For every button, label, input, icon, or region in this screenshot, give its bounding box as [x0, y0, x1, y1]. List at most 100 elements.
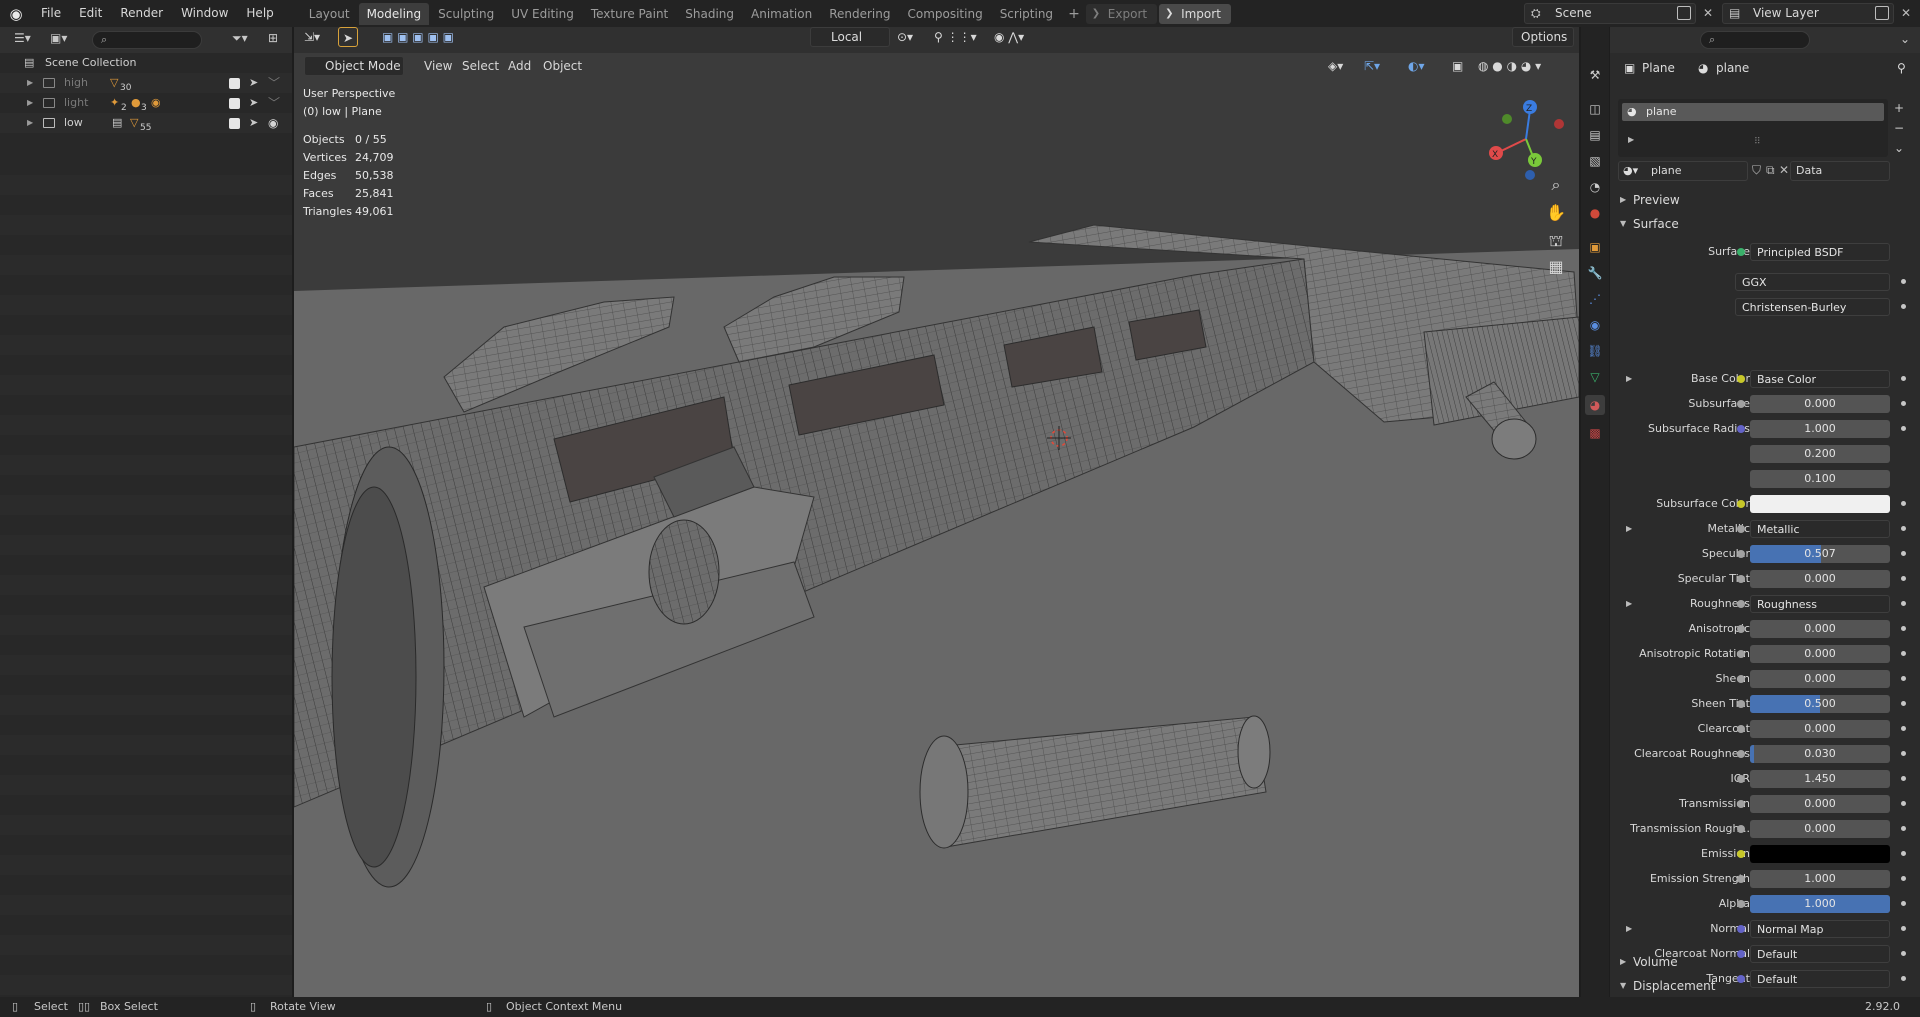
- selectable-arrow-icon[interactable]: ➤: [249, 73, 258, 93]
- keyframe-dot-icon[interactable]: [1901, 676, 1906, 681]
- keyframe-dot-icon[interactable]: [1901, 551, 1906, 556]
- pan-hand-icon[interactable]: ✋: [1544, 203, 1568, 222]
- subsurface-method-dropdown[interactable]: Christensen-Burley: [1735, 298, 1890, 316]
- keyframe-dot-icon[interactable]: [1901, 801, 1906, 806]
- tab-sculpting[interactable]: Sculpting: [430, 3, 502, 25]
- menu-render[interactable]: Render: [111, 0, 172, 27]
- gizmo-toggle-icon[interactable]: ⇱▾: [1364, 56, 1380, 76]
- slot-menu-icon[interactable]: ⌄: [1894, 141, 1904, 155]
- blender-logo-icon[interactable]: ◉: [0, 0, 32, 27]
- expand-triangle-icon[interactable]: ▶: [1626, 919, 1632, 939]
- expand-triangle-icon[interactable]: ▶: [27, 113, 33, 133]
- outliner-search-input[interactable]: ⌕: [92, 31, 202, 49]
- view-layer-selector[interactable]: ▤ View Layer ✕: [1722, 3, 1911, 24]
- keyframe-dot-icon[interactable]: [1901, 576, 1906, 581]
- socket-icon[interactable]: [1737, 925, 1745, 933]
- expand-triangle-icon[interactable]: ▶: [27, 93, 33, 113]
- expand-triangle-icon[interactable]: ▶: [1626, 519, 1632, 539]
- close-icon[interactable]: ✕: [1703, 4, 1713, 23]
- number-field[interactable]: 0.000: [1750, 645, 1890, 663]
- keyframe-dot-icon[interactable]: [1901, 304, 1906, 309]
- linked-input-field[interactable]: Normal Map: [1750, 920, 1890, 938]
- material-name-field[interactable]: ◕▾ plane: [1618, 161, 1748, 181]
- export-button[interactable]: ❯ Export: [1085, 3, 1158, 24]
- number-field[interactable]: 0.000: [1750, 795, 1890, 813]
- select-mode-icons[interactable]: ▣ ▣ ▣ ▣ ▣: [382, 27, 454, 47]
- exclude-checkbox[interactable]: [229, 118, 240, 129]
- exclude-checkbox[interactable]: [229, 98, 240, 109]
- keyframe-dot-icon[interactable]: [1901, 376, 1906, 381]
- number-field[interactable]: 1.450: [1750, 770, 1890, 788]
- snap-icon[interactable]: ⚲ ⋮⋮▾: [934, 27, 977, 47]
- socket-icon[interactable]: [1737, 800, 1745, 808]
- options-dropdown[interactable]: Options: [1512, 27, 1574, 47]
- keyframe-dot-icon[interactable]: [1901, 776, 1906, 781]
- proportional-edit-icon[interactable]: ◉ ⋀▾: [994, 27, 1024, 47]
- number-field[interactable]: 0.000: [1750, 620, 1890, 638]
- tab-compositing[interactable]: Compositing: [899, 3, 990, 25]
- displacement-panel-header[interactable]: ▼ Displacement: [1610, 975, 1920, 997]
- preview-panel-header[interactable]: ▶ Preview: [1610, 189, 1920, 211]
- gizmo-neg-x-ball[interactable]: [1554, 119, 1564, 129]
- selectable-arrow-icon[interactable]: ➤: [249, 113, 258, 133]
- keyframe-dot-icon[interactable]: [1901, 826, 1906, 831]
- keyframe-dot-icon[interactable]: [1901, 526, 1906, 531]
- socket-icon[interactable]: [1737, 375, 1745, 383]
- tab-layout[interactable]: Layout: [301, 3, 358, 25]
- hidden-eye-icon[interactable]: ﹀: [268, 93, 280, 113]
- tab-scripting[interactable]: Scripting: [992, 3, 1061, 25]
- close-icon[interactable]: ✕: [1901, 4, 1911, 23]
- tab-rendering[interactable]: Rendering: [821, 3, 898, 25]
- camera-view-icon[interactable]: ⛫: [1544, 231, 1568, 252]
- menu-add[interactable]: Add: [508, 56, 531, 76]
- menu-view[interactable]: View: [424, 56, 452, 76]
- keyframe-dot-icon[interactable]: [1901, 751, 1906, 756]
- constraints-tab-icon[interactable]: ⛓: [1585, 341, 1605, 361]
- socket-icon[interactable]: [1737, 700, 1745, 708]
- socket-icon[interactable]: [1737, 825, 1745, 833]
- distribution-dropdown[interactable]: GGX: [1735, 273, 1890, 291]
- shading-modes-icons[interactable]: ◍ ● ◑ ◕ ▾: [1478, 56, 1541, 76]
- keyframe-dot-icon[interactable]: [1901, 876, 1906, 881]
- keyframe-dot-icon[interactable]: [1901, 626, 1906, 631]
- unlink-icon[interactable]: ✕: [1779, 163, 1789, 177]
- surface-shader-field[interactable]: Principled BSDF: [1750, 243, 1890, 261]
- socket-icon[interactable]: [1737, 675, 1745, 683]
- socket-icon[interactable]: [1737, 600, 1745, 608]
- socket-icon[interactable]: [1737, 725, 1745, 733]
- new-collection-icon[interactable]: ⊞: [268, 31, 278, 45]
- socket-icon[interactable]: [1737, 525, 1745, 533]
- socket-icon[interactable]: [1737, 850, 1745, 858]
- transform-orientation-dropdown[interactable]: Local: [810, 27, 890, 47]
- keyframe-dot-icon[interactable]: [1901, 701, 1906, 706]
- 3d-viewport[interactable]: X Y Z ⇲▾ ➤ ▣ ▣ ▣ ▣ ▣ Local ⊙▾ ⚲ ⋮⋮▾ ◉ ⋀▾…: [294, 27, 1579, 997]
- linked-input-field[interactable]: Metallic: [1750, 520, 1890, 538]
- link-mode-dropdown[interactable]: Data: [1790, 161, 1890, 181]
- resize-grip-icon[interactable]: ⠿: [1754, 137, 1761, 147]
- volume-panel-header[interactable]: ▶ Volume: [1610, 951, 1920, 973]
- menu-help[interactable]: Help: [237, 0, 282, 27]
- keyframe-dot-icon[interactable]: [1901, 279, 1906, 284]
- material-slot-list[interactable]: ◕ plane ▶ ⠿: [1618, 99, 1888, 157]
- keyframe-dot-icon[interactable]: [1901, 651, 1906, 656]
- material-tab-icon[interactable]: ◕: [1585, 395, 1605, 415]
- duplicate-icon[interactable]: [1677, 6, 1691, 20]
- number-field[interactable]: 0.507: [1750, 545, 1890, 563]
- number-field[interactable]: 0.000: [1750, 820, 1890, 838]
- modifier-tab-icon[interactable]: 🔧: [1585, 263, 1605, 283]
- tab-texture-paint[interactable]: Texture Paint: [583, 3, 676, 25]
- tab-animation[interactable]: Animation: [743, 3, 820, 25]
- material-slot-item[interactable]: ◕ plane: [1622, 103, 1884, 121]
- number-field[interactable]: 0.000: [1750, 570, 1890, 588]
- number-field[interactable]: 0.000: [1750, 670, 1890, 688]
- import-button[interactable]: ❯ Import: [1159, 3, 1231, 24]
- color-swatch[interactable]: [1750, 845, 1890, 863]
- collection-row-high[interactable]: ▶ high ▽ 30 ➤ ﹀: [0, 73, 292, 93]
- menu-file[interactable]: File: [32, 0, 70, 27]
- scene-collection-row[interactable]: ▤ Scene Collection: [0, 53, 292, 73]
- number-field[interactable]: 0.100: [1750, 470, 1890, 488]
- object-tab-icon[interactable]: ▣: [1585, 237, 1605, 257]
- surface-panel-header[interactable]: ▼ Surface: [1610, 213, 1920, 235]
- render-tab-icon[interactable]: ◫: [1585, 99, 1605, 119]
- visibility-icon[interactable]: ◈▾: [1328, 56, 1343, 76]
